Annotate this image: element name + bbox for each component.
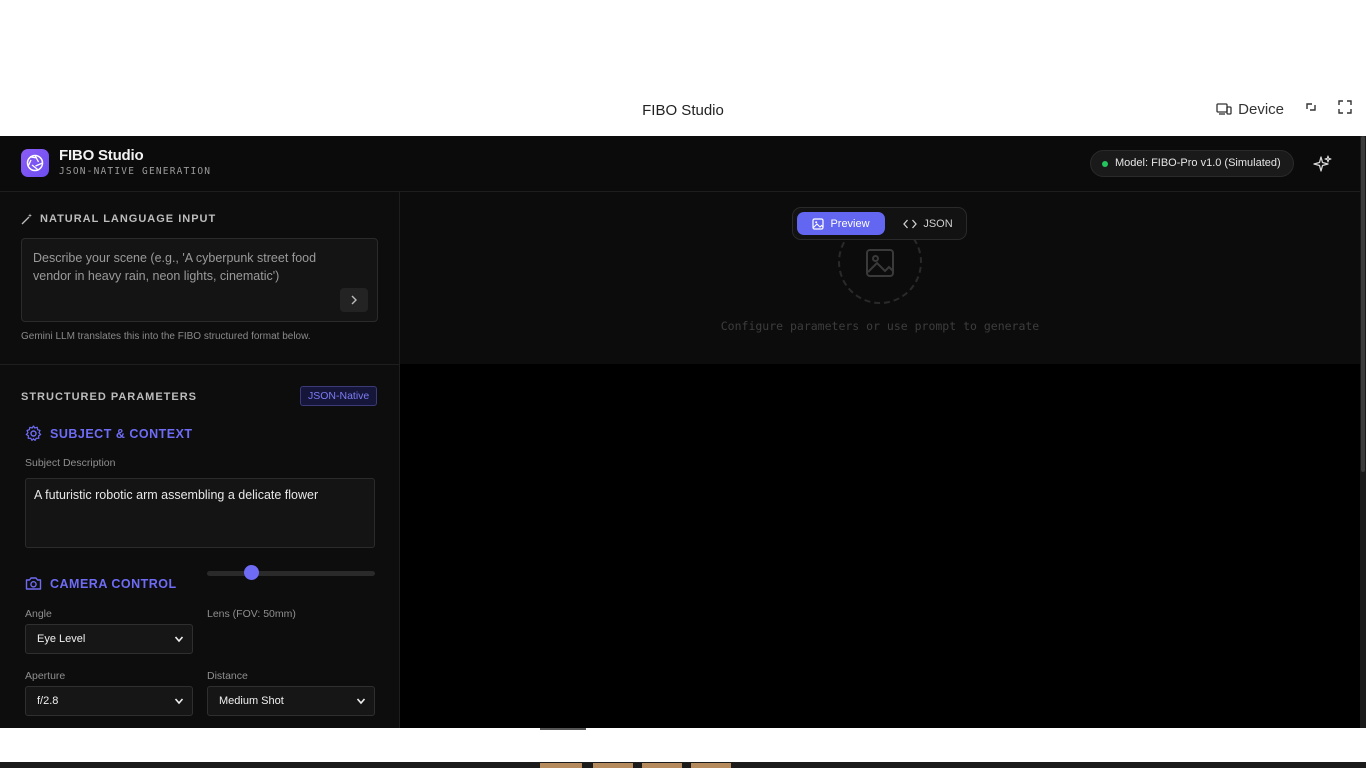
brand-title: FIBO Studio [59, 147, 144, 164]
preview-area: Configure parameters or use prompt to ge… [400, 192, 1360, 728]
taskbar-item[interactable] [642, 763, 682, 768]
nl-send-button[interactable] [340, 288, 368, 312]
tab-preview-label: Preview [830, 217, 870, 230]
angle-select[interactable]: Eye Level [25, 624, 193, 654]
frame-actions: Device [1216, 100, 1352, 118]
chevron-down-icon [356, 698, 366, 705]
tab-json[interactable]: JSON [897, 212, 959, 235]
model-badge-label: Model: FIBO-Pro v1.0 (Simulated) [1115, 157, 1281, 169]
tab-preview[interactable]: Preview [797, 212, 885, 235]
fibo-logo [21, 149, 49, 177]
taskbar-item[interactable] [691, 763, 731, 768]
image-icon [812, 217, 825, 230]
structured-section-label: STRUCTURED PARAMETERS [21, 391, 198, 403]
horizontal-scroll-indicator[interactable] [540, 728, 586, 730]
lens-slider-thumb[interactable] [243, 565, 259, 580]
chevron-down-icon [174, 636, 184, 643]
magic-wand-icon [21, 213, 32, 225]
lens-slider-track[interactable] [207, 571, 375, 576]
status-dot-icon [1102, 161, 1108, 167]
json-native-badge: JSON-Native [300, 386, 378, 406]
parameters-sidebar: NATURAL LANGUAGE INPUT Describe your sce… [0, 192, 400, 728]
nl-section-header: NATURAL LANGUAGE INPUT [21, 213, 216, 225]
device-label: Device [1238, 100, 1284, 118]
section-divider [0, 364, 399, 365]
aperture-select[interactable]: f/2.8 [25, 686, 193, 716]
distance-value: Medium Shot [219, 695, 284, 707]
image-placeholder-icon [866, 249, 894, 277]
code-icon [903, 219, 918, 228]
taskbar-item[interactable] [540, 763, 582, 768]
nl-prompt-input[interactable]: Describe your scene (e.g., 'A cyberpunk … [21, 238, 378, 322]
angle-value: Eye Level [37, 633, 86, 645]
window-title: FIBO Studio [642, 102, 724, 119]
device-button[interactable]: Device [1216, 101, 1284, 118]
distance-label: Distance [207, 670, 248, 682]
empty-state-message: Configure parameters or use prompt to ge… [720, 319, 1040, 333]
sparkle-button[interactable] [1310, 151, 1336, 177]
taskbar-item[interactable] [593, 763, 633, 768]
subject-group-header: SUBJECT & CONTEXT [25, 425, 193, 442]
aperture-label: Aperture [25, 670, 66, 682]
page-scrollbar-thumb[interactable] [1361, 136, 1365, 472]
app-root: FIBO Studio JSON-NATIVE GENERATION Model… [0, 136, 1360, 728]
settings-gear-icon [25, 425, 42, 441]
distance-select[interactable]: Medium Shot [207, 686, 375, 716]
aperture-icon [26, 154, 44, 172]
tab-json-label: JSON [923, 217, 953, 230]
app-header: FIBO Studio JSON-NATIVE GENERATION Model… [0, 136, 1360, 192]
device-icon [1216, 103, 1232, 115]
brand-subtitle: JSON-NATIVE GENERATION [59, 166, 212, 177]
sparkles-icon [1313, 155, 1332, 172]
angle-label: Angle [25, 608, 52, 620]
subject-group-title: SUBJECT & CONTEXT [50, 426, 193, 441]
aperture-value: f/2.8 [37, 695, 59, 707]
fullscreen-icon[interactable] [1338, 100, 1352, 118]
subject-description-input[interactable]: A futuristic robotic arm assembling a de… [25, 478, 375, 548]
model-status-badge: Model: FIBO-Pro v1.0 (Simulated) [1090, 150, 1294, 177]
taskbar [0, 762, 1366, 768]
view-toggle: Preview JSON [792, 207, 967, 240]
chevron-down-icon [174, 698, 184, 705]
nl-hint-text: Gemini LLM translates this into the FIBO… [21, 331, 311, 342]
browser-frame-bottom [0, 728, 1366, 762]
camera-icon [25, 577, 42, 590]
nl-prompt-placeholder: Describe your scene (e.g., 'A cyberpunk … [33, 251, 317, 283]
rotate-icon[interactable] [1304, 100, 1318, 118]
lens-label: Lens (FOV: 50mm) [207, 608, 296, 620]
camera-group-title: CAMERA CONTROL [50, 576, 177, 591]
camera-group-header: CAMERA CONTROL [25, 576, 177, 591]
subject-description-label: Subject Description [25, 457, 116, 469]
chevron-right-icon [351, 295, 357, 305]
nl-section-label: NATURAL LANGUAGE INPUT [40, 213, 217, 225]
